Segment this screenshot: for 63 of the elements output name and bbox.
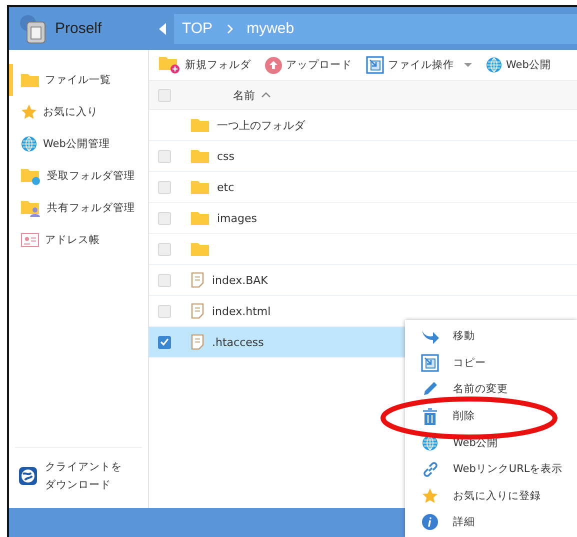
app-name: Proself [55, 20, 102, 37]
row-checkbox[interactable] [158, 336, 171, 348]
globe-icon [422, 434, 438, 451]
sidebar-item[interactable]: アドレス帳 [9, 224, 148, 256]
sidebar-item[interactable]: 受取フォルダ管理 [9, 160, 148, 192]
document-icon [191, 334, 204, 350]
file-operation-icon [366, 56, 384, 74]
globe-download-icon[interactable] [19, 467, 37, 485]
file-row[interactable]: index.BAK [149, 265, 577, 296]
move-arrow-icon [421, 328, 439, 344]
folder-receive-icon [21, 168, 41, 184]
folder-icon [191, 118, 209, 132]
menu-item[interactable]: 詳細 [405, 509, 577, 536]
document-icon [191, 303, 204, 319]
link-icon [422, 460, 438, 478]
file-name: etc [217, 180, 234, 194]
upload-icon [265, 56, 282, 74]
file-name: index.BAK [212, 274, 268, 286]
menu-item[interactable]: 名前の変更 [405, 376, 577, 403]
download-client-link[interactable]: ダウンロード [45, 478, 122, 492]
file-name: css [217, 150, 235, 162]
toolbar-button[interactable]: Web公開 [486, 57, 551, 73]
file-row[interactable]: images [149, 203, 577, 234]
pencil-icon [422, 381, 438, 398]
folder-icon [191, 149, 209, 163]
folder-icon [191, 180, 209, 194]
file-name: 一つ上のフォルダ [217, 118, 305, 132]
new-folder-icon [159, 56, 181, 74]
shared-folder-icon [21, 200, 41, 216]
menu-item[interactable]: WebリンクURLを表示 [405, 456, 577, 483]
sidebar-item[interactable]: Web公開管理 [9, 128, 148, 160]
copy-icon [421, 354, 439, 372]
file-name: .htaccess [212, 336, 264, 348]
file-row[interactable]: etc [149, 172, 577, 203]
folder-icon [191, 242, 209, 256]
folder-icon [191, 211, 209, 225]
file-name: index.html [212, 304, 271, 318]
select-all-checkbox[interactable] [158, 88, 171, 102]
download-client-link[interactable]: クライアントを [45, 460, 122, 474]
star-icon [21, 104, 37, 120]
file-row[interactable]: css [149, 141, 577, 172]
globe-icon [21, 136, 37, 152]
trash-icon [423, 408, 437, 425]
toolbar-button[interactable]: アップロード [265, 56, 352, 74]
address-book-icon [21, 233, 39, 247]
document-icon [191, 272, 204, 288]
toolbar-button[interactable]: 新規フォルダ [159, 56, 251, 74]
chevron-icon [226, 24, 233, 34]
info-icon [422, 514, 438, 530]
column-header[interactable]: 名前 [233, 88, 255, 102]
back-arrow-icon[interactable] [159, 22, 166, 34]
star-icon [422, 488, 438, 504]
menu-item[interactable]: お気に入りに登録 [405, 482, 577, 510]
sort-up-icon[interactable] [261, 92, 271, 98]
toolbar-button[interactable]: ファイル操作 [366, 56, 472, 74]
sidebar-item[interactable]: お気に入り [9, 96, 148, 128]
globe-icon [486, 57, 502, 73]
folder-icon [21, 73, 39, 87]
file-row[interactable]: 一つ上のフォルダ [149, 110, 577, 141]
file-name: images [217, 212, 257, 224]
menu-item[interactable]: 削除 [405, 402, 577, 430]
logo-icon [19, 14, 47, 44]
sidebar-item[interactable]: 共有フォルダ管理 [9, 192, 148, 224]
